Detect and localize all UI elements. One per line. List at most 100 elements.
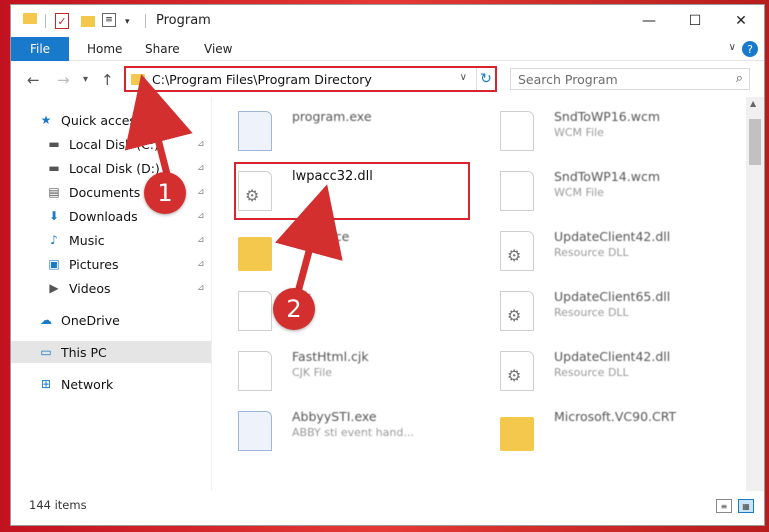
item-count: 144 items: [29, 498, 87, 512]
details-view-icon[interactable]: ≡: [716, 499, 732, 513]
sidebar-item-this-pc[interactable]: ▭ This PC: [11, 341, 211, 363]
drive-icon: ▬: [48, 137, 60, 151]
file-item[interactable]: Resource: [216, 225, 446, 277]
expand-ribbon-chevron-icon[interactable]: ∨: [729, 42, 736, 53]
file-name: AbbyySTI.exe: [292, 409, 377, 424]
sidebar-item-music[interactable]: ♪ Music ⊿: [11, 229, 211, 251]
up-arrow-icon[interactable]: ↑: [101, 71, 114, 89]
file-type: WCM File: [554, 186, 604, 199]
file-item[interactable]: ⚙ UpdateClient42.dll Resource DLL: [478, 345, 708, 397]
sidebar-item-label: Music: [69, 232, 105, 248]
help-icon[interactable]: ?: [742, 41, 758, 57]
folder-icon: [238, 237, 272, 271]
tab-file[interactable]: File: [11, 37, 69, 61]
pin-icon: ⊿: [197, 211, 205, 221]
search-icon[interactable]: ⌕: [736, 71, 743, 86]
file-item[interactable]: ⚙ UpdateClient42.dll Resource DLL: [478, 225, 708, 277]
file-item[interactable]: AbbyySTI.exe ABBY sti event hand...: [216, 405, 446, 457]
scroll-thumb[interactable]: [749, 119, 761, 165]
sidebar-item-local-disk-d[interactable]: ▬ Local Disk (D:) ⊿: [11, 157, 211, 179]
properties-check-icon[interactable]: ✓: [55, 13, 69, 29]
sidebar-item-label: Documents: [69, 184, 141, 200]
file-item[interactable]: Microsoft.VC90.CRT: [478, 405, 708, 457]
computer-icon: ▭: [40, 345, 52, 359]
documents-icon: ▤: [48, 185, 60, 199]
exe-file-icon: [238, 411, 272, 451]
pane-splitter[interactable]: [211, 97, 212, 491]
file-item[interactable]: FastHtml.cjk CJK File: [216, 345, 446, 397]
search-input[interactable]: Search Program ⌕: [510, 68, 750, 90]
sidebar-item-label: Network: [61, 376, 114, 392]
cloud-icon: ☁: [40, 313, 52, 327]
tab-home[interactable]: Home: [87, 37, 122, 61]
pin-icon: ⊿: [197, 187, 205, 197]
file-name: UpdateClient42.dll: [554, 349, 671, 364]
quick-access-properties-icon[interactable]: ≡: [102, 13, 116, 27]
close-button[interactable]: ✕: [718, 5, 764, 37]
sidebar-item-label: Downloads: [69, 208, 138, 224]
pin-icon: ⊿: [197, 235, 205, 245]
address-dropdown-chevron-icon[interactable]: ∨: [460, 72, 467, 83]
file-item[interactable]: ⚙ UpdateClient65.dll Resource DLL: [478, 285, 708, 337]
ribbon: File Home Share View ∨ ?: [11, 37, 764, 61]
file-name: program.exe: [292, 109, 372, 124]
new-folder-icon[interactable]: [81, 16, 95, 27]
tab-view[interactable]: View: [204, 37, 232, 61]
sidebar-item-label: Pictures: [69, 256, 119, 272]
sidebar-item-network[interactable]: ⊞ Network: [11, 373, 211, 395]
address-path[interactable]: C:\Program Files\Program Directory: [152, 72, 372, 87]
status-bar: 144 items ≡ ▦: [11, 491, 764, 525]
file-type: WCM File: [554, 126, 604, 139]
explorer-window: ✓ ≡ ▾ Program — ☐ ✕ File Home Share View…: [10, 4, 765, 526]
scroll-up-arrow-icon[interactable]: ▲: [750, 99, 756, 108]
gear-icon: ⚙: [507, 306, 522, 325]
back-arrow-icon[interactable]: ←: [27, 71, 40, 89]
file-name: Resource: [292, 229, 350, 244]
drive-icon: ▬: [48, 161, 60, 175]
large-icons-view-icon[interactable]: ▦: [738, 499, 754, 513]
exe-file-icon: [238, 111, 272, 151]
step-badge-2: 2: [273, 288, 315, 330]
address-bar[interactable]: C:\Program Files\Program Directory ∨: [124, 66, 497, 92]
sidebar-item-videos[interactable]: ▶ Videos ⊿: [11, 277, 211, 299]
document-icon: [500, 171, 534, 211]
gear-icon: ⚙: [507, 366, 522, 385]
pin-icon: ⊿: [197, 259, 205, 269]
tab-share[interactable]: Share: [145, 37, 180, 61]
sidebar-item-downloads[interactable]: ⬇ Downloads ⊿: [11, 205, 211, 227]
file-item[interactable]: SndToWP16.wcm WCM File: [478, 105, 708, 157]
sidebar-item-local-disk-c[interactable]: ▬ Local Disk (C:) ⊿: [11, 133, 211, 155]
dll-file-icon: ⚙: [500, 231, 534, 271]
sidebar-item-label: Videos: [69, 280, 111, 296]
file-type: ABBY sti event hand...: [292, 426, 414, 439]
sidebar-item-pictures[interactable]: ▣ Pictures ⊿: [11, 253, 211, 275]
forward-arrow-icon[interactable]: →: [57, 71, 70, 89]
recent-locations-chevron-icon[interactable]: ▾: [83, 74, 88, 85]
file-item[interactable]: program.exe: [216, 105, 446, 157]
dll-file-icon: ⚙: [500, 291, 534, 331]
file-name: SndToWP14.wcm: [554, 169, 660, 184]
gear-icon: ⚙: [507, 246, 522, 265]
maximize-button[interactable]: ☐: [672, 5, 718, 37]
file-item[interactable]: SndToWP14.wcm WCM File: [478, 165, 708, 217]
search-placeholder: Search Program: [518, 72, 618, 87]
file-type: Resource DLL: [554, 366, 629, 379]
file-type: Resource DLL: [554, 306, 629, 319]
sidebar-item-label: This PC: [61, 344, 107, 360]
customize-toolbar-chevron-icon[interactable]: ▾: [125, 13, 130, 31]
document-icon: [238, 291, 272, 331]
sidebar-item-quick-access[interactable]: ★ Quick access: [11, 109, 211, 131]
separator: [45, 14, 46, 28]
file-name: SndToWP16.wcm: [554, 109, 660, 124]
refresh-icon[interactable]: ↻: [476, 68, 495, 90]
file-type: Resource DLL: [554, 246, 629, 259]
navigation-bar: ← → ▾ ↑ C:\Program Files\Program Directo…: [11, 61, 764, 97]
file-name: Microsoft.VC90.CRT: [554, 409, 677, 424]
sidebar-item-onedrive[interactable]: ☁ OneDrive: [11, 309, 211, 331]
file-item[interactable]: ...k: [216, 285, 446, 337]
minimize-button[interactable]: —: [626, 5, 672, 37]
step-badge-1: 1: [144, 172, 186, 214]
pin-icon: ⊿: [197, 139, 205, 149]
sidebar-item-label: OneDrive: [61, 312, 120, 328]
vertical-scrollbar[interactable]: ▲: [746, 97, 764, 491]
